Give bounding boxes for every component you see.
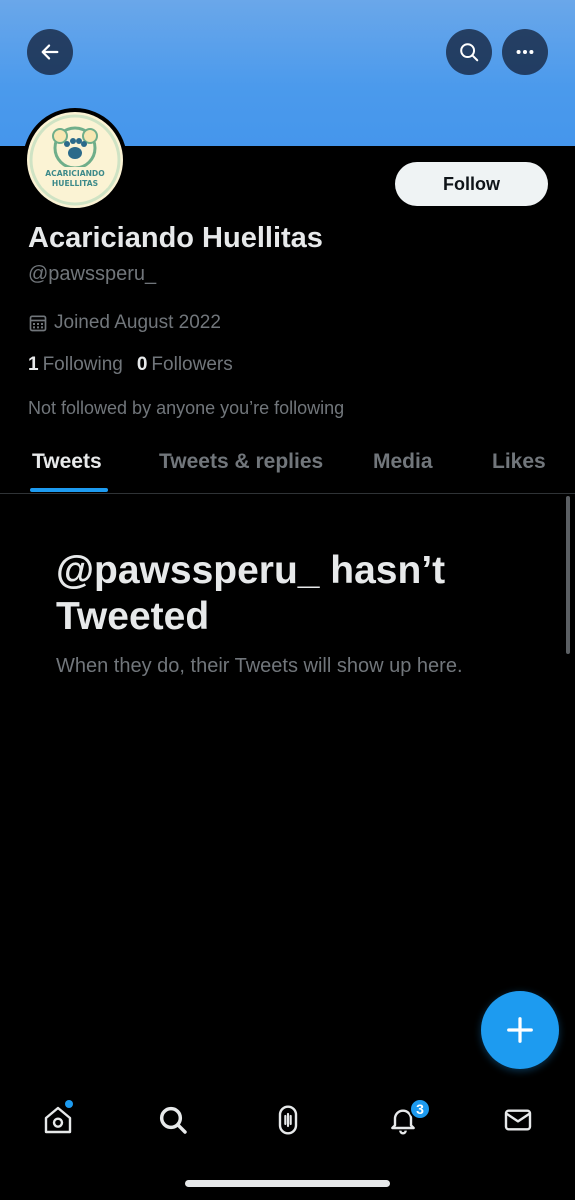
calendar-icon: [29, 315, 47, 332]
search-icon: [159, 1106, 187, 1134]
active-tab-indicator: [30, 488, 108, 492]
profile-tabs: Tweets Tweets & replies Media Likes: [0, 440, 575, 494]
scrollbar[interactable]: [566, 496, 570, 654]
tab-tweets[interactable]: Tweets: [32, 450, 102, 474]
handle: @pawssperu_: [28, 263, 157, 285]
nav-notifications[interactable]: 3: [383, 1098, 431, 1140]
search-button[interactable]: [446, 29, 492, 75]
more-options-button[interactable]: [502, 29, 548, 75]
home-indicator[interactable]: [185, 1180, 390, 1187]
compose-tweet-button[interactable]: [481, 991, 559, 1069]
spaces-icon: [278, 1105, 298, 1135]
home-icon: [44, 1106, 72, 1134]
search-icon: [460, 43, 479, 62]
mail-icon: [504, 1109, 532, 1131]
logo-text-line-2: HUELLITAS: [52, 179, 98, 188]
joined-date: Joined August 2022: [28, 312, 221, 334]
following-label: Following: [42, 354, 123, 375]
avatar[interactable]: ACARICIANDO HUELLITAS: [23, 108, 127, 212]
brand-logo: ACARICIANDO HUELLITAS: [29, 114, 121, 206]
home-unread-dot: [65, 1100, 73, 1108]
back-arrow-icon: [41, 44, 59, 60]
logo-text-line-1: ACARICIANDO: [45, 169, 105, 178]
bottom-navigation: 3: [0, 1090, 575, 1150]
more-icon: [516, 49, 534, 55]
followers-count: 0: [136, 354, 148, 375]
empty-state-title: @pawssperu_ hasn’t Tweeted: [56, 549, 446, 638]
plus-icon: [507, 1017, 533, 1043]
followers-link[interactable]: 0 Followers: [137, 354, 233, 376]
following-link[interactable]: 1 Following: [28, 354, 123, 376]
following-count: 1: [28, 354, 39, 375]
notification-badge: 3: [409, 1098, 431, 1120]
not-followed-text: Not followed by anyone you’re following: [28, 398, 345, 418]
followers-label: Followers: [151, 354, 233, 375]
back-button[interactable]: [27, 29, 73, 75]
tab-tweets-replies[interactable]: Tweets & replies: [159, 450, 323, 474]
nav-home[interactable]: [38, 1100, 78, 1140]
display-name: Acariciando Huellitas: [28, 222, 323, 254]
empty-state-subtitle: When they do, their Tweets will show up …: [56, 655, 463, 677]
tab-likes[interactable]: Likes: [492, 450, 546, 474]
follow-stats: 1 Following 0 Followers: [28, 354, 233, 376]
nav-spaces[interactable]: [268, 1100, 308, 1140]
nav-search[interactable]: [153, 1100, 193, 1140]
follow-button[interactable]: Follow: [395, 162, 548, 206]
nav-messages[interactable]: [498, 1100, 538, 1140]
joined-text: Joined August 2022: [54, 312, 221, 333]
tab-media[interactable]: Media: [373, 450, 433, 474]
